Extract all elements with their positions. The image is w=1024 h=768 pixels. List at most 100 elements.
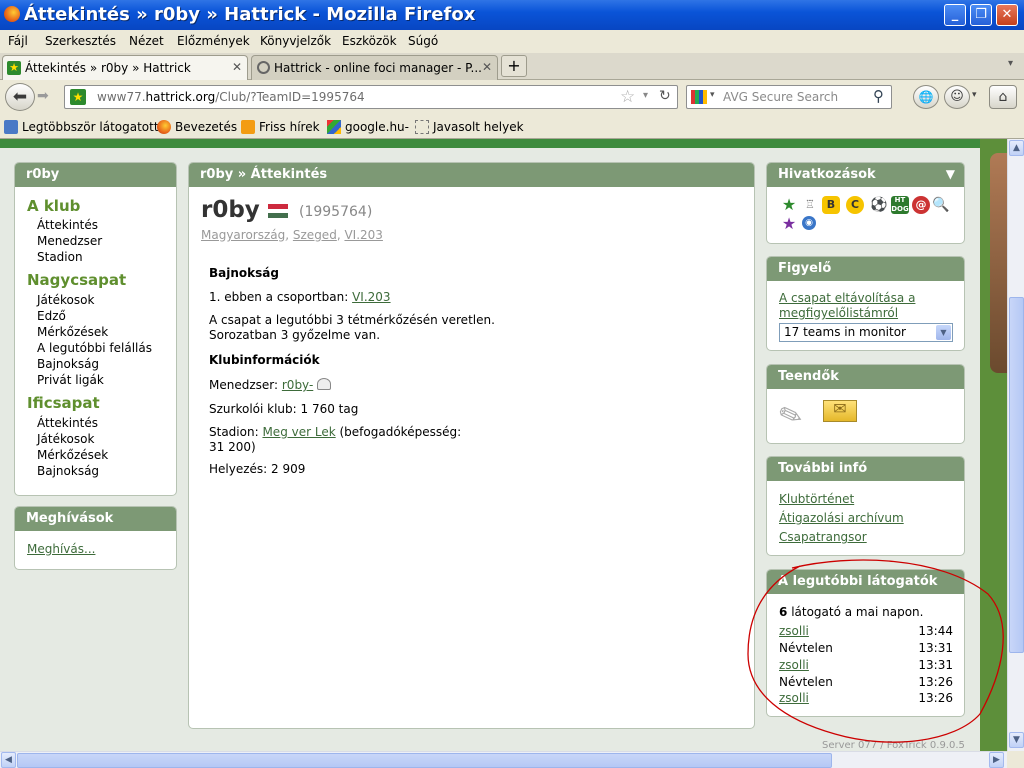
- bookmark-google[interactable]: google.hu-: [327, 120, 409, 134]
- search-box[interactable]: ▾ AVG Secure Search ⚲: [686, 85, 892, 109]
- nav-last-lineup[interactable]: A legutóbbi felállás: [37, 341, 152, 355]
- trophy-icon[interactable]: ♖: [801, 196, 819, 214]
- scroll-down-icon[interactable]: ▼: [1009, 732, 1024, 748]
- globe-icon: 🌐: [918, 90, 934, 104]
- menu-bar: Fájl Szerkesztés Nézet Előzmények Könyvj…: [0, 30, 1024, 53]
- invite-link[interactable]: Meghívás...: [27, 542, 95, 556]
- nav-matches[interactable]: Mérkőzések: [37, 325, 108, 339]
- page-icon: [415, 120, 429, 134]
- club-history-link[interactable]: Klubtörténet: [779, 492, 854, 506]
- menu-tools[interactable]: Eszközök: [342, 34, 397, 48]
- unbeaten-text: A csapat a legutóbbi 3 tétmérkőzésén ver…: [209, 313, 495, 327]
- league-position: 1. ebben a csoportban: VI.203: [209, 290, 391, 304]
- league-link[interactable]: VI.203: [344, 228, 382, 242]
- section-club[interactable]: A klub: [27, 197, 80, 215]
- site-identity-icon[interactable]: ★: [70, 89, 86, 105]
- menu-history[interactable]: Előzmények: [177, 34, 250, 48]
- addon-button[interactable]: ☺: [944, 85, 970, 109]
- menu-edit[interactable]: Szerkesztés: [45, 34, 116, 48]
- addon-dropdown-icon[interactable]: ▾: [972, 90, 977, 100]
- search-engine-dropdown-icon[interactable]: ▾: [710, 90, 715, 100]
- nav-private-leagues[interactable]: Privát ligák: [37, 373, 104, 387]
- at-link-icon[interactable]: @: [912, 196, 930, 214]
- close-tab-icon[interactable]: ✕: [482, 60, 492, 74]
- reload-icon[interactable]: ↻: [659, 88, 671, 104]
- nav-youth-players[interactable]: Játékosok: [37, 432, 94, 446]
- maximize-button[interactable]: ❐: [970, 4, 992, 26]
- win-streak-text: Sorozatban 3 győzelme van.: [209, 328, 381, 342]
- league-group-link[interactable]: VI.203: [352, 290, 390, 304]
- purple-star-icon[interactable]: ★: [780, 215, 798, 233]
- scroll-right-icon[interactable]: ▶: [989, 752, 1004, 768]
- nav-youth-league[interactable]: Bajnokság: [37, 464, 99, 478]
- vertical-scrollbar[interactable]: ▲ ▼: [1007, 139, 1024, 751]
- url-dropdown-icon[interactable]: ▾: [643, 90, 648, 101]
- horizontal-scrollbar[interactable]: ◀ ▶: [0, 751, 1007, 768]
- avg-toolbar-button[interactable]: 🌐: [913, 85, 939, 109]
- url-bar[interactable]: ★ www77.hattrick.org/Club/?TeamID=199576…: [64, 85, 678, 109]
- city-link[interactable]: Szeged: [293, 228, 337, 242]
- transfer-archive-link[interactable]: Átigazolási archívum: [779, 511, 904, 525]
- back-button[interactable]: ⬅: [5, 83, 35, 111]
- collapse-icon[interactable]: ▼: [946, 167, 955, 181]
- section-youth-team[interactable]: Ificsapat: [27, 394, 100, 412]
- c-link-icon[interactable]: C: [846, 196, 864, 214]
- avg-search-engine-icon[interactable]: [691, 90, 707, 104]
- close-window-button[interactable]: ✕: [996, 4, 1018, 26]
- globe-link-icon[interactable]: ◉: [802, 216, 816, 230]
- stadium-link[interactable]: Meg ver Lek: [262, 425, 335, 439]
- manager-line: Menedzser: r0by-: [209, 378, 332, 392]
- links-title: Hivatkozások: [767, 163, 964, 187]
- menu-view[interactable]: Nézet: [129, 34, 164, 48]
- scroll-left-icon[interactable]: ◀: [1, 752, 16, 768]
- tab-inactive[interactable]: Hattrick - online foci manager - P... ✕: [251, 55, 498, 80]
- nav-club-stadium[interactable]: Stadion: [37, 250, 83, 264]
- bookmark-suggested-sites[interactable]: Javasolt helyek: [415, 120, 524, 134]
- scroll-up-icon[interactable]: ▲: [1009, 140, 1024, 156]
- magnifier-icon[interactable]: 🔍: [932, 196, 950, 214]
- country-link[interactable]: Magyarország: [201, 228, 285, 242]
- bookmarks-toolbar: Legtöbbször látogatott Bevezetés Friss h…: [0, 115, 1024, 139]
- home-button[interactable]: ⌂: [989, 85, 1017, 109]
- quill-icon[interactable]: ✎: [774, 394, 814, 436]
- league-heading: Bajnokság: [209, 266, 279, 280]
- invitations-title: Meghívások: [15, 507, 176, 531]
- football-icon[interactable]: ⚽: [870, 196, 888, 214]
- nav-club-overview[interactable]: Áttekintés: [37, 218, 98, 232]
- bookmark-star-icon[interactable]: ☆: [620, 87, 635, 107]
- b-link-icon[interactable]: B: [822, 196, 840, 214]
- menu-bookmarks[interactable]: Könyvjelzők: [260, 34, 331, 48]
- todo-title: Teendők: [767, 365, 964, 389]
- manager-profile-icon[interactable]: [317, 378, 332, 390]
- monitor-select[interactable]: 17 teams in monitor ▼: [779, 323, 953, 342]
- bookmark-most-visited[interactable]: Legtöbbször látogatott: [4, 120, 159, 134]
- menu-file[interactable]: Fájl: [8, 34, 28, 48]
- section-senior-team[interactable]: Nagycsapat: [27, 271, 126, 289]
- forward-button[interactable]: ➡: [37, 88, 49, 104]
- manager-link[interactable]: r0by-: [282, 378, 313, 392]
- search-icon[interactable]: ⚲: [873, 87, 884, 105]
- new-tab-button[interactable]: +: [501, 55, 527, 77]
- vertical-scroll-thumb[interactable]: [1009, 297, 1024, 653]
- envelope-flap-icon: ✉: [833, 399, 847, 418]
- menu-help[interactable]: Súgó: [408, 34, 438, 48]
- nav-coach[interactable]: Edző: [37, 309, 66, 323]
- tab-list-icon[interactable]: ▾: [1008, 58, 1013, 69]
- nav-league[interactable]: Bajnokság: [37, 357, 99, 371]
- nav-youth-overview[interactable]: Áttekintés: [37, 416, 98, 430]
- htdog-icon[interactable]: HT DOG: [891, 196, 909, 214]
- nav-club-manager[interactable]: Menedzser: [37, 234, 102, 248]
- nav-players[interactable]: Játékosok: [37, 293, 94, 307]
- horizontal-scroll-thumb[interactable]: [17, 753, 832, 768]
- nav-youth-matches[interactable]: Mérkőzések: [37, 448, 108, 462]
- bookmark-getting-started[interactable]: Bevezetés: [157, 120, 237, 134]
- hattrick-star-icon[interactable]: ★: [780, 196, 798, 214]
- remove-from-monitor-link[interactable]: A csapat eltávolítása a megfigyelőlistám…: [779, 291, 959, 321]
- bookmark-latest-headlines[interactable]: Friss hírek: [241, 120, 320, 134]
- invitations-box: Meghívások Meghívás...: [14, 506, 177, 570]
- close-tab-icon[interactable]: ✕: [232, 60, 242, 74]
- links-box: Hivatkozások ▼ ★ ♖ B C ⚽ HT DOG @ 🔍 ★ ◉: [766, 162, 965, 244]
- tab-active[interactable]: ★ Áttekintés » r0by » Hattrick ✕: [2, 55, 248, 80]
- minimize-button[interactable]: _: [944, 4, 966, 26]
- team-ranking-link[interactable]: Csapatrangsor: [779, 530, 867, 544]
